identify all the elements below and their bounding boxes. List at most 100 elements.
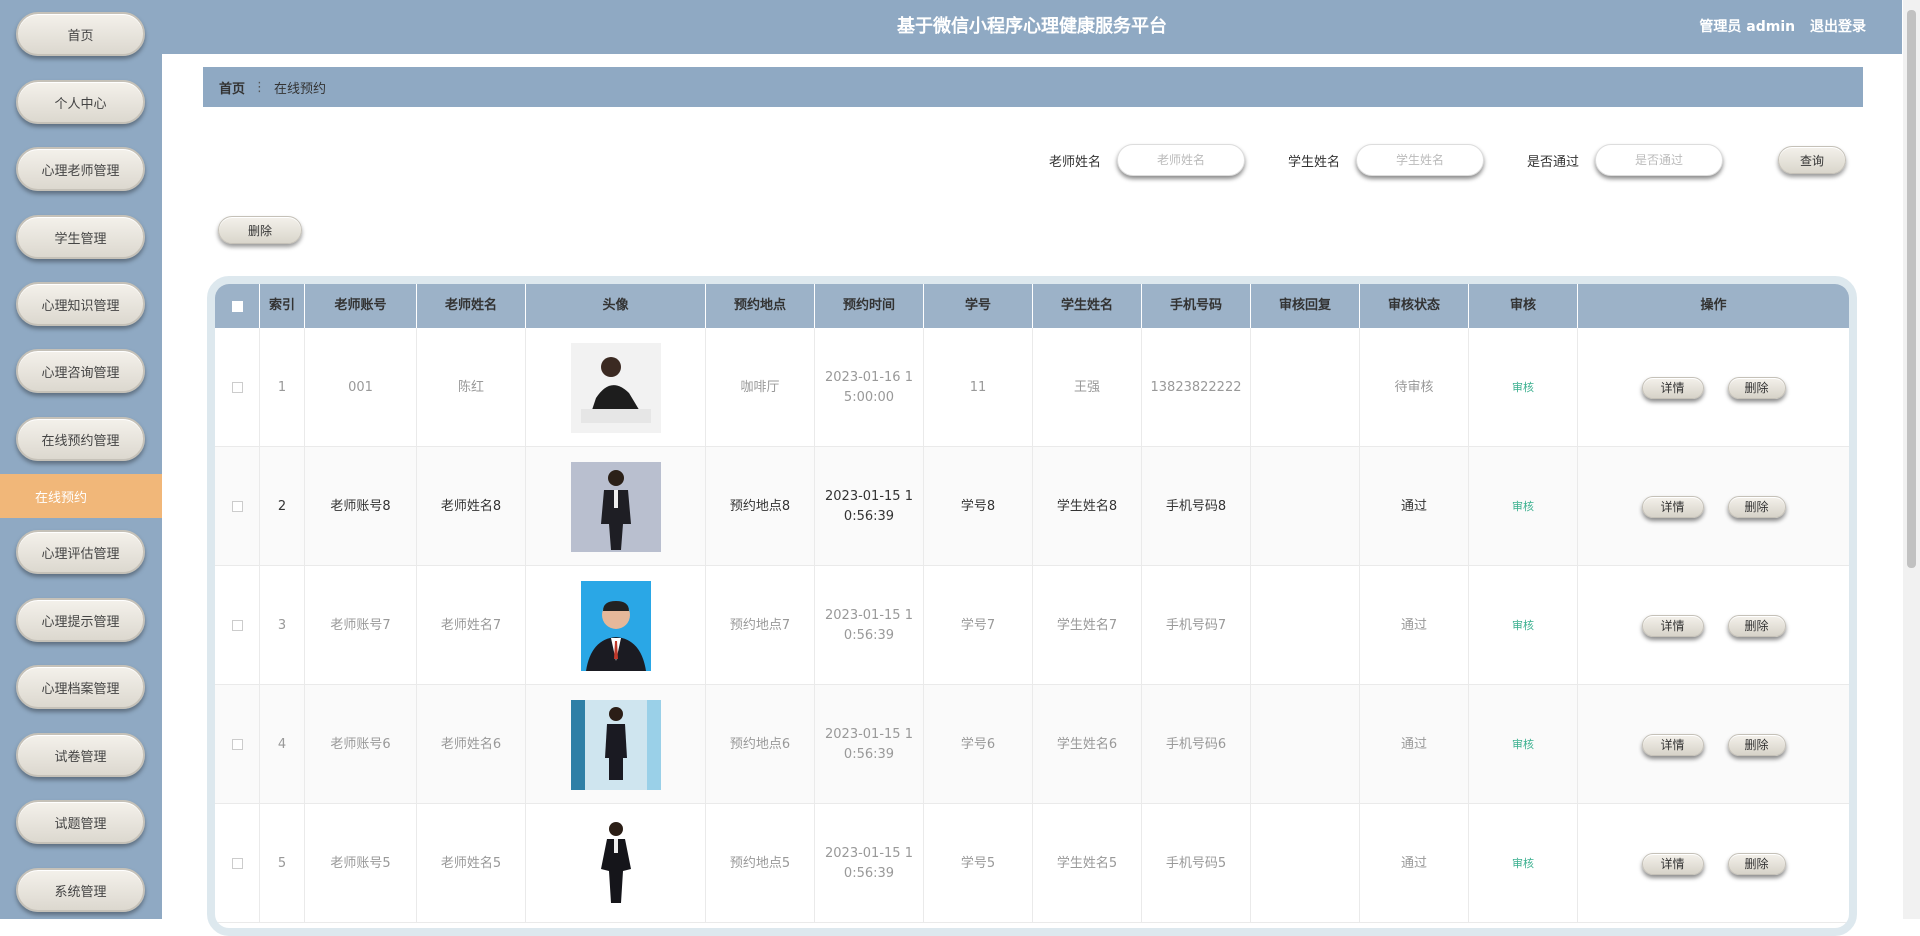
cell-status-text: 通过 [1400,736,1427,752]
row-checkbox[interactable] [231,501,243,512]
pass-status-input[interactable] [1595,144,1724,176]
sidebar-item-assessment[interactable]: 心理评估管理 [16,530,145,574]
sidebar-item-students[interactable]: 学生管理 [16,215,145,259]
sidebar-item-consult[interactable]: 心理咨询管理 [16,349,145,393]
cell-index-text: 4 [277,736,287,752]
cell-status: 待审核 [1360,328,1469,447]
col-audit: 审核 [1469,284,1578,328]
delete-button[interactable]: 删除 [1727,852,1786,875]
col-teacher-account: 老师账号 [305,284,417,328]
cell-audit[interactable]: 审核 [1469,328,1578,447]
cell-account: 老师账号7 [305,566,417,685]
avatar [570,342,661,433]
cell-status: 通过 [1360,685,1469,804]
cell-place: 预约地点8 [706,447,815,566]
breadcrumb-home[interactable]: 首页 [219,78,245,97]
detail-button[interactable]: 详情 [1641,733,1704,756]
col-place: 预约地点 [706,284,815,328]
cell-audit-text[interactable]: 审核 [1512,735,1534,755]
row-checkbox[interactable] [231,858,243,869]
cell-place-text: 预约地点7 [729,617,791,633]
sidebar-item-archives[interactable]: 心理档案管理 [16,665,145,709]
cell-place: 预约地点5 [706,804,815,923]
table-row: 1 001 陈红 咖啡厅 2023-01-16 1 5:00:00 11 王强 1382382… [215,328,1849,447]
row-checkbox[interactable] [231,382,243,393]
cell-account: 老师账号8 [305,447,417,566]
cell-audit[interactable]: 审核 [1469,566,1578,685]
cell-audit-text[interactable]: 审核 [1512,378,1534,398]
sidebar-item-appointments[interactable]: 在线预约管理 [16,417,145,461]
sidebar-item-teachers[interactable]: 心理老师管理 [16,147,145,191]
avatar-cell [526,566,706,685]
cell-time: 2023-01-15 1 0:56:39 [815,804,924,923]
cell-place-text: 咖啡厅 [740,379,780,395]
sidebar-item-questions[interactable]: 试题管理 [16,800,145,844]
col-time: 预约时间 [815,284,924,328]
cell-status: 通过 [1360,804,1469,923]
cell-audit[interactable]: 审核 [1469,685,1578,804]
select-all-checkbox[interactable] [231,300,243,312]
cell-account-text: 001 [348,379,373,395]
actions-cell: 详情 删除 [1578,804,1849,923]
delete-button[interactable]: 删除 [1727,614,1786,637]
cell-name-text: 老师姓名6 [440,736,502,752]
cell-time: 2023-01-15 1 0:56:39 [815,685,924,804]
breadcrumb-current: 在线预约 [274,81,327,97]
cell-name: 陈红 [417,328,526,447]
delete-button[interactable]: 删除 [1727,495,1786,518]
cell-account: 老师账号6 [305,685,417,804]
avatar-cell [526,447,706,566]
bulk-delete-button[interactable]: 删除 [218,216,302,244]
table-row: 2 老师账号8 老师姓名8 预约地点8 2023-01-15 1 0:56:39 学号8 学… [215,447,1849,566]
cell-index-text: 1 [277,379,287,395]
cell-index-text: 2 [277,498,287,514]
cell-student: 学生姓名7 [1033,566,1142,685]
delete-button[interactable]: 删除 [1727,376,1786,399]
cell-phone-text: 13823822222 [1150,379,1242,395]
cell-audit[interactable]: 审核 [1469,447,1578,566]
sidebar-item-system[interactable]: 系统管理 [16,868,145,912]
detail-button[interactable]: 详情 [1641,376,1704,399]
cell-status: 通过 [1360,447,1469,566]
sidebar-subitem-online-appointment[interactable]: 在线预约 [0,474,162,518]
detail-button[interactable]: 详情 [1641,614,1704,637]
table-row: 5 老师账号5 老师姓名5 预约地点5 2023-01-15 1 0:56:39 学号5 学… [215,804,1849,923]
cell-time-text: 2023-01-15 1 0:56:39 [825,845,913,881]
cell-sid: 学号7 [924,566,1033,685]
cell-phone-text: 手机号码7 [1165,617,1227,633]
cell-student: 王强 [1033,328,1142,447]
row-checkbox[interactable] [231,620,243,631]
sidebar-item-knowledge[interactable]: 心理知识管理 [16,282,145,326]
cell-index: 1 [260,328,305,447]
scrollbar-thumb[interactable] [1907,10,1916,568]
query-button[interactable]: 查询 [1778,146,1846,174]
detail-button[interactable]: 详情 [1641,852,1704,875]
sidebar-item-home[interactable]: 首页 [16,12,145,56]
cell-time-text: 2023-01-15 1 0:56:39 [825,607,913,643]
logout-link[interactable]: 退出登录 [1810,19,1866,35]
delete-button[interactable]: 删除 [1727,733,1786,756]
cell-audit-text[interactable]: 审核 [1512,497,1534,517]
cell-phone: 手机号码5 [1142,804,1251,923]
cell-account-text: 老师账号6 [330,736,391,752]
col-avatar: 头像 [526,284,706,328]
cell-status-text: 待审核 [1394,379,1434,395]
sidebar-item-profile[interactable]: 个人中心 [16,80,145,124]
cell-student-text: 学生姓名6 [1056,736,1118,752]
student-name-input[interactable] [1356,144,1485,176]
cell-audit-text[interactable]: 审核 [1512,616,1534,636]
page-scrollbar[interactable] [1903,0,1920,919]
cell-student-text: 学生姓名5 [1056,855,1118,871]
cell-audit[interactable]: 审核 [1469,804,1578,923]
cell-reply [1251,685,1360,804]
cell-audit-text[interactable]: 审核 [1512,854,1534,874]
sidebar-item-papers[interactable]: 试卷管理 [16,733,145,777]
actions-cell: 详情 删除 [1578,328,1849,447]
cell-time-text: 2023-01-15 1 0:56:39 [825,726,913,762]
cell-account-text: 老师账号8 [330,498,391,514]
detail-button[interactable]: 详情 [1641,495,1704,518]
teacher-name-input[interactable] [1117,144,1246,176]
row-checkbox[interactable] [231,739,243,750]
cell-student-text: 王强 [1073,379,1100,395]
sidebar-item-tips[interactable]: 心理提示管理 [16,598,145,642]
